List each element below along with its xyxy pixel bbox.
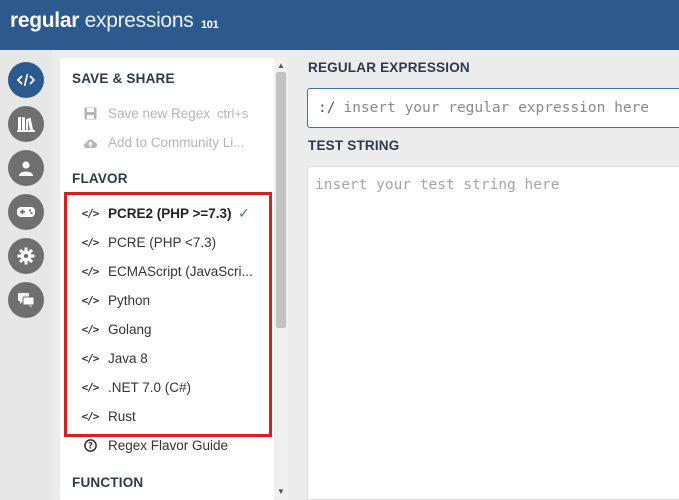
save-icon	[81, 99, 99, 128]
test-string-title: TEST STRING	[308, 138, 400, 153]
app-header: regular expressions 101	[0, 0, 679, 50]
library-icon	[17, 117, 35, 132]
settings-rail-button[interactable]	[8, 238, 44, 274]
code-icon	[17, 73, 35, 87]
app-logo[interactable]: regular expressions 101	[10, 9, 219, 33]
save-new-regex-item[interactable]: Save new Regex ctrl+s	[60, 99, 274, 128]
account-rail-button[interactable]	[8, 150, 44, 186]
logo-word-expressions: expressions	[84, 9, 194, 32]
regex-input[interactable]: :/ insert your regular expression here	[307, 88, 679, 128]
regex-delimiter[interactable]: :/	[318, 100, 335, 116]
save-new-regex-label: Save new Regex	[108, 106, 211, 121]
test-string-placeholder: insert your test string here	[315, 177, 560, 193]
function-title: FUNCTION	[72, 475, 144, 490]
library-rail-button[interactable]	[8, 106, 44, 142]
quiz-rail-button[interactable]	[8, 194, 44, 230]
scroll-down-arrow-icon[interactable]: ▼	[274, 486, 288, 498]
left-icon-rail	[0, 50, 52, 500]
cloud-upload-icon	[81, 128, 99, 157]
add-to-community-label: Add to Community Li...	[108, 135, 245, 150]
save-share-title: SAVE & SHARE	[72, 71, 175, 86]
chat-icon	[18, 293, 35, 308]
logo-word-regular: regular	[10, 9, 80, 32]
flavor-list-highlight	[64, 192, 272, 437]
settings-icon	[17, 247, 35, 265]
add-to-community-item[interactable]: Add to Community Li...	[60, 128, 274, 157]
save-shortcut-hint: ctrl+s	[217, 106, 249, 121]
test-string-input[interactable]: insert your test string here	[307, 166, 679, 500]
editor-rail-button[interactable]	[8, 62, 44, 98]
regex-placeholder: insert your regular expression here	[343, 100, 650, 116]
regex-section-title: REGULAR EXPRESSION	[308, 60, 470, 75]
flavor-title: FLAVOR	[72, 171, 128, 186]
chat-rail-button[interactable]	[8, 282, 44, 318]
user-icon	[19, 161, 33, 176]
scroll-up-arrow-icon[interactable]: ▲	[274, 60, 288, 72]
scroll-thumb[interactable]	[276, 72, 286, 328]
quiz-icon	[17, 207, 35, 217]
logo-version: 101	[200, 19, 219, 31]
svg-text:?: ?	[88, 442, 93, 452]
menu-scrollbar[interactable]: ▲ ▼	[274, 58, 288, 500]
